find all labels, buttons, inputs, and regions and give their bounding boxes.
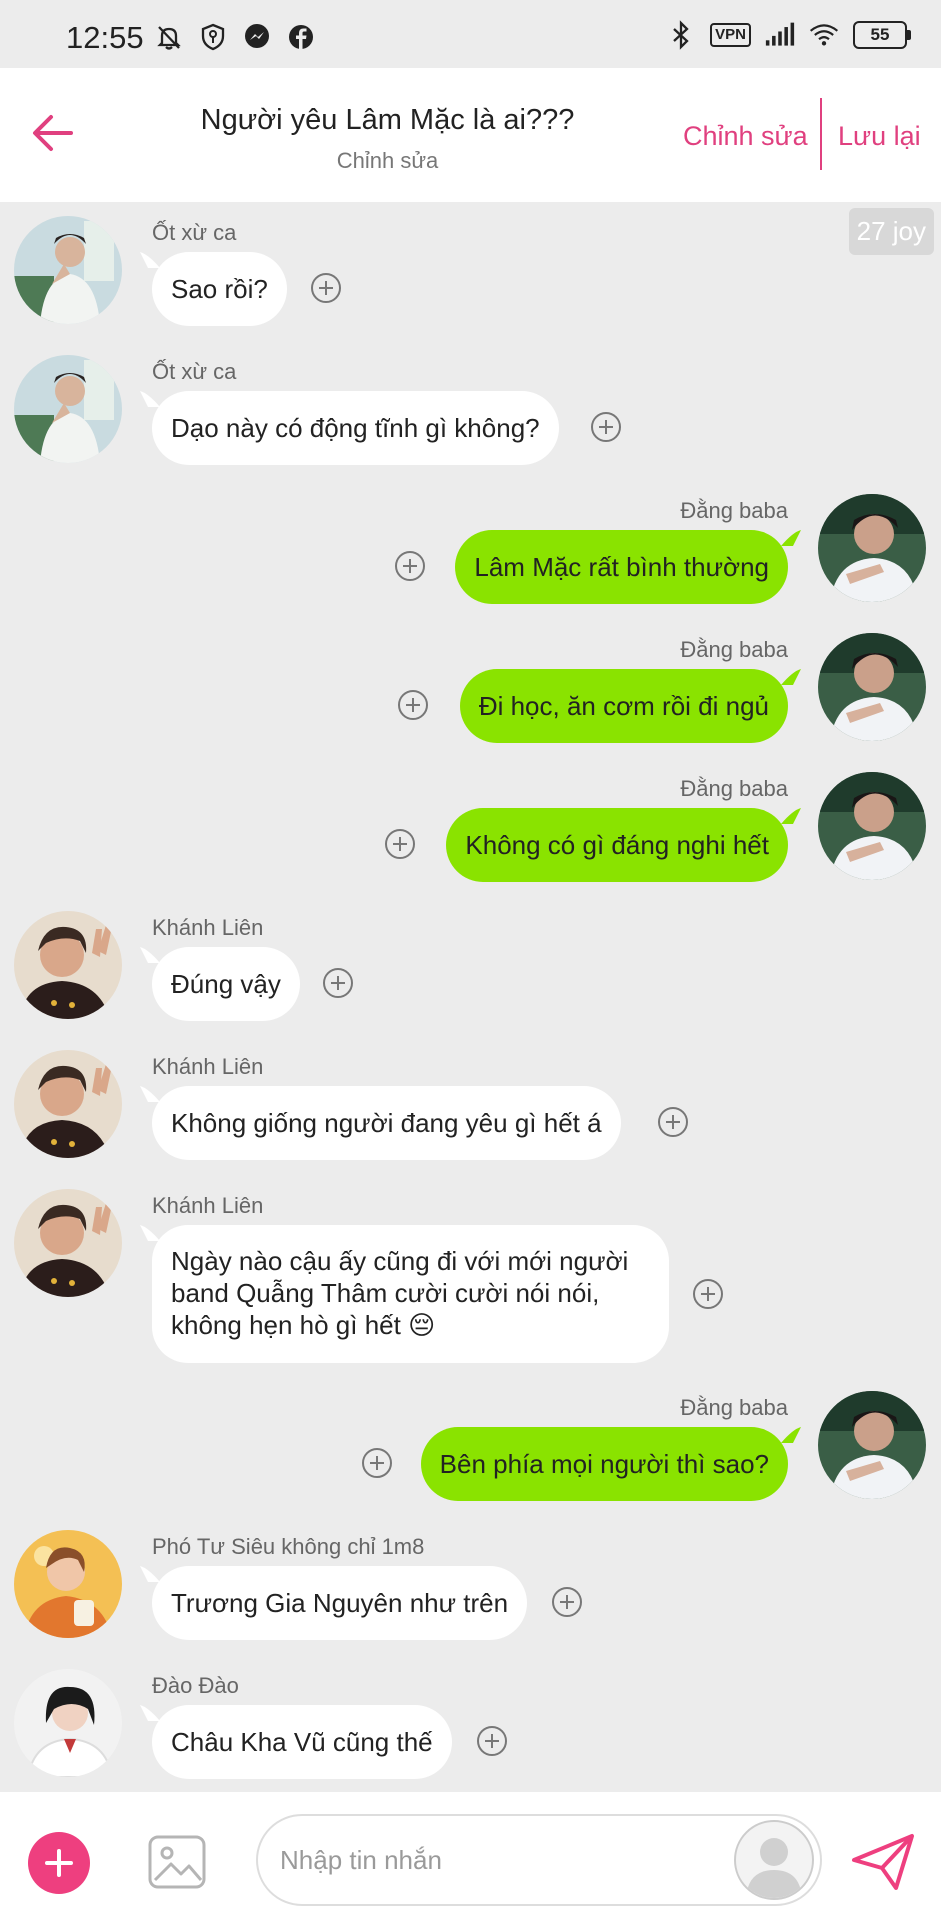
status-time: 12:55 <box>66 20 144 55</box>
message-input-placeholder: Nhập tin nhắn <box>280 1844 442 1875</box>
joy-badge: 27 joy <box>848 208 934 255</box>
status-left-icons <box>154 22 316 52</box>
status-bar: 12:55 VPN 55 <box>0 0 941 68</box>
edit-button[interactable]: Chỉnh sửa <box>683 121 808 152</box>
add-reaction-icon[interactable] <box>362 1448 392 1478</box>
add-reaction-icon[interactable] <box>323 968 353 998</box>
add-reaction-icon[interactable] <box>385 829 415 859</box>
messenger-icon <box>242 22 272 52</box>
avatar[interactable] <box>818 1391 926 1499</box>
user-icon <box>746 1838 802 1898</box>
add-reaction-icon[interactable] <box>658 1107 688 1137</box>
add-reaction-icon[interactable] <box>311 273 341 303</box>
facebook-icon <box>286 22 316 52</box>
message-input[interactable]: Nhập tin nhắn <box>256 1814 822 1906</box>
bluetooth-icon <box>666 20 696 50</box>
chat-area[interactable]: 27 joy Ốt xừ ca Sao rồi? Ốt xừ ca Dạo nà… <box>0 202 941 1792</box>
sender-name: Đằng baba <box>680 1395 788 1420</box>
header-divider <box>820 98 822 170</box>
message-bubble[interactable]: Đúng vậy <box>152 947 300 1021</box>
send-icon <box>852 1834 914 1890</box>
add-reaction-icon[interactable] <box>693 1279 723 1309</box>
plus-icon <box>45 1849 73 1877</box>
message-bubble[interactable]: Châu Kha Vũ cũng thế <box>152 1705 452 1779</box>
message-bubble[interactable]: Bên phía mọi người thì sao? <box>420 1427 788 1501</box>
battery-icon: 55 <box>853 21 911 49</box>
avatar[interactable] <box>818 772 926 880</box>
sender-name: Đằng baba <box>680 637 788 662</box>
page-title: Người yêu Lâm Mặc là ai??? <box>200 104 575 136</box>
sender-name: Khánh Liên <box>152 915 264 940</box>
image-icon <box>148 1835 206 1889</box>
add-button[interactable] <box>28 1832 90 1894</box>
mute-icon <box>154 22 184 52</box>
image-button[interactable] <box>147 1832 207 1892</box>
save-button[interactable]: Lưu lại <box>838 121 921 152</box>
message-bubble[interactable]: Dạo này có động tĩnh gì không? <box>152 391 559 465</box>
arrow-left-icon <box>33 115 73 151</box>
character-avatar[interactable] <box>734 1820 814 1900</box>
wifi-icon <box>809 20 839 50</box>
back-button[interactable] <box>28 108 78 158</box>
add-reaction-icon[interactable] <box>477 1726 507 1756</box>
avatar[interactable] <box>14 1189 122 1297</box>
sender-name: Khánh Liên <box>152 1054 264 1079</box>
avatar[interactable] <box>14 355 122 463</box>
sender-name: Ốt xừ ca <box>152 220 237 245</box>
message-bubble[interactable]: Lâm Mặc rất bình thường <box>455 530 788 604</box>
sender-name: Đào Đào <box>152 1673 239 1698</box>
avatar[interactable] <box>14 1530 122 1638</box>
sender-name: Khánh Liên <box>152 1193 264 1218</box>
add-reaction-icon[interactable] <box>552 1587 582 1617</box>
message-bubble[interactable]: Không có gì đáng nghi hết <box>446 808 788 882</box>
vpn-icon: VPN <box>710 23 751 47</box>
message-bubble[interactable]: Không giống người đang yêu gì hết á <box>152 1086 621 1160</box>
avatar[interactable] <box>818 633 926 741</box>
add-reaction-icon[interactable] <box>591 412 621 442</box>
message-input-bar: Nhập tin nhắn <box>0 1792 941 1920</box>
signal-icon <box>765 20 795 50</box>
sender-name: Đằng baba <box>680 776 788 801</box>
message-bubble[interactable]: Ngày nào cậu ấy cũng đi với mới người ba… <box>152 1225 669 1363</box>
message-bubble[interactable]: Trương Gia Nguyên như trên <box>152 1566 528 1640</box>
sender-name: Phó Tư Siêu không chỉ 1m8 <box>152 1534 425 1559</box>
avatar[interactable] <box>14 1050 122 1158</box>
battery-level: 55 <box>853 21 907 49</box>
sender-name: Ốt xừ ca <box>152 359 237 384</box>
avatar[interactable] <box>14 1669 122 1777</box>
avatar[interactable] <box>14 911 122 1019</box>
message-bubble[interactable]: Sao rồi? <box>152 252 287 326</box>
add-reaction-icon[interactable] <box>395 551 425 581</box>
sender-name: Đằng baba <box>680 498 788 523</box>
shield-icon <box>198 22 228 52</box>
avatar[interactable] <box>818 494 926 602</box>
add-reaction-icon[interactable] <box>398 690 428 720</box>
avatar[interactable] <box>14 216 122 324</box>
status-right-icons: VPN 55 <box>666 20 911 50</box>
app-header: Người yêu Lâm Mặc là ai??? Chỉnh sửa Chỉ… <box>0 68 941 202</box>
send-button[interactable] <box>850 1832 916 1892</box>
message-bubble[interactable]: Đi học, ăn cơm rồi đi ngủ <box>459 669 788 743</box>
page-subtitle: Chỉnh sửa <box>336 148 439 173</box>
